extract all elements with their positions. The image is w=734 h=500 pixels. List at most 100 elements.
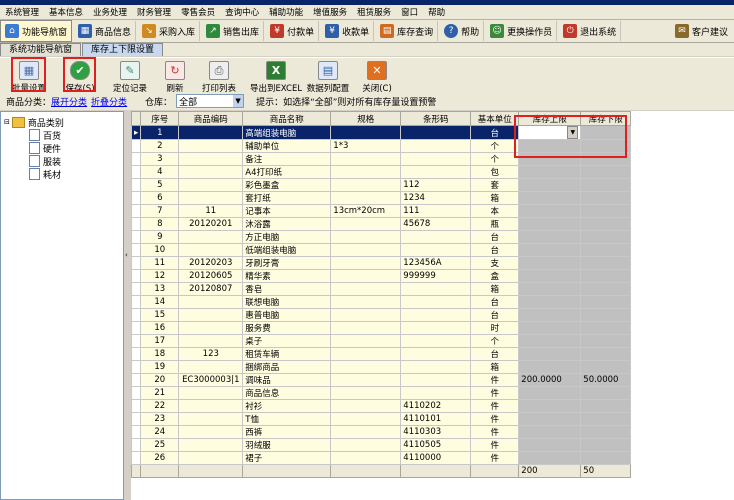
payment-button[interactable]: ¥ 付款单: [266, 21, 320, 41]
nav-window-button[interactable]: ⌂ 功能导航窗: [0, 20, 73, 42]
menu-retail[interactable]: 零售会员: [176, 6, 220, 18]
table-row[interactable]: 12 20120605 精华素 999999 盒: [131, 269, 632, 283]
table-row[interactable]: 13 20120807 香皂 箱: [131, 282, 632, 296]
table-row[interactable]: 25 羽绒服 4110505 件: [131, 438, 632, 452]
export-excel-button[interactable]: X 导出到EXCEL: [250, 61, 302, 94]
col-name[interactable]: 商品名称: [242, 111, 332, 126]
table-row[interactable]: 17 桌子 个: [131, 334, 632, 348]
help-button[interactable]: ? 帮助: [440, 21, 485, 41]
product-info-button[interactable]: ▦ 商品信息: [74, 21, 137, 41]
col-spec[interactable]: 规格: [330, 111, 402, 126]
menu-finance[interactable]: 财务管理: [132, 6, 176, 18]
sales-out-button[interactable]: ↗ 销售出库: [202, 21, 265, 41]
cell-upper[interactable]: [518, 308, 582, 322]
suggestion-button[interactable]: ✉ 客户建议: [671, 21, 732, 41]
tree-item[interactable]: 耗材: [29, 168, 61, 181]
cell-lower[interactable]: [580, 204, 632, 218]
cell-lower[interactable]: [580, 412, 632, 426]
cell-upper[interactable]: [518, 360, 582, 374]
cell-upper[interactable]: [518, 386, 582, 400]
tree-item[interactable]: 百货: [29, 129, 61, 142]
table-row[interactable]: 8 20120201 沐浴露 45678 瓶: [131, 217, 632, 231]
close-button[interactable]: ✕ 关闭(C): [352, 61, 402, 94]
collapse-arrow-icon[interactable]: ‹: [125, 251, 128, 259]
cell-lower[interactable]: [580, 217, 632, 231]
cell-lower[interactable]: [580, 334, 632, 348]
collapse-icon[interactable]: ⊟: [4, 118, 10, 126]
cell-lower[interactable]: [580, 399, 632, 413]
inventory-query-button[interactable]: ▤ 库存查询: [376, 21, 439, 41]
receipt-button[interactable]: ¥ 收款单: [321, 21, 375, 41]
exit-button[interactable]: ⏻ 退出系统: [559, 21, 622, 41]
tab-nav-window[interactable]: 系统功能导航窗: [0, 43, 82, 56]
cell-upper[interactable]: [518, 256, 582, 270]
cell-lower[interactable]: 50.0000: [580, 373, 632, 387]
switch-operator-button[interactable]: ☺ 更换操作员: [486, 21, 558, 41]
tree-item[interactable]: 硬件: [29, 142, 61, 155]
cell-upper[interactable]: [518, 347, 582, 361]
table-row[interactable]: 26 裙子 4110000 件: [131, 451, 632, 465]
table-row[interactable]: 21 商品信息 件: [131, 386, 632, 400]
table-row[interactable]: 10 低端组装电脑 台: [131, 243, 632, 257]
menu-basic-info[interactable]: 基本信息: [44, 6, 88, 18]
print-list-button[interactable]: ⎙ 打印列表: [194, 61, 244, 94]
cell-upper[interactable]: [518, 178, 582, 192]
table-row[interactable]: 23 T恤 4110101 件: [131, 412, 632, 426]
table-row[interactable]: 22 衬衫 4110202 件: [131, 399, 632, 413]
menu-value-added[interactable]: 增值服务: [308, 6, 352, 18]
table-row[interactable]: 11 20120203 牙刷牙膏 123456A 支: [131, 256, 632, 270]
warehouse-select[interactable]: 全部 ▼: [176, 94, 245, 108]
cell-upper[interactable]: 200.0000: [518, 373, 582, 387]
cell-upper[interactable]: [518, 321, 582, 335]
cell-upper[interactable]: [518, 230, 582, 244]
cell-lower[interactable]: [580, 321, 632, 335]
cell-lower[interactable]: [580, 360, 632, 374]
cell-lower[interactable]: [580, 425, 632, 439]
expand-categories-link[interactable]: 展开分类: [51, 95, 87, 108]
col-seq[interactable]: 序号: [140, 111, 180, 126]
collapse-categories-link[interactable]: 折叠分类: [91, 95, 127, 108]
cell-upper[interactable]: [518, 425, 582, 439]
cell-upper[interactable]: [518, 438, 582, 452]
tree-root[interactable]: ⊟ 商品类别: [4, 116, 64, 129]
cell-lower[interactable]: [580, 308, 632, 322]
cell-upper[interactable]: [518, 412, 582, 426]
menu-business[interactable]: 业务处理: [88, 6, 132, 18]
cell-lower[interactable]: [580, 386, 632, 400]
cell-lower[interactable]: [580, 243, 632, 257]
col-unit[interactable]: 基本单位: [470, 111, 520, 126]
menu-window[interactable]: 窗口: [396, 6, 423, 18]
table-row[interactable]: 19 捆绑商品 箱: [131, 360, 632, 374]
cell-upper[interactable]: [518, 165, 582, 179]
cell-lower[interactable]: [580, 282, 632, 296]
tab-inventory-limits[interactable]: 库存上下限设置: [82, 43, 164, 56]
cell-upper[interactable]: [518, 282, 582, 296]
cell-lower[interactable]: [580, 269, 632, 283]
tree-item[interactable]: 服装: [29, 155, 61, 168]
table-row[interactable]: 6 套打纸 1234 箱: [131, 191, 632, 205]
cell-upper[interactable]: [518, 334, 582, 348]
purchase-in-button[interactable]: ↘ 采购入库: [138, 21, 201, 41]
cell-lower[interactable]: [580, 178, 632, 192]
table-row[interactable]: 4 A4打印纸 包: [131, 165, 632, 179]
menu-system[interactable]: 系统管理: [0, 6, 44, 18]
menu-aux[interactable]: 辅助功能: [264, 6, 308, 18]
menu-rental[interactable]: 租赁服务: [352, 6, 396, 18]
cell-upper[interactable]: [518, 269, 582, 283]
table-row[interactable]: 7 11 记事本 13cm*20cm 111 本: [131, 204, 632, 218]
cell-lower[interactable]: [580, 451, 632, 465]
table-row[interactable]: 5 彩色墨盒 112 套: [131, 178, 632, 192]
table-row[interactable]: 9 方正电脑 台: [131, 230, 632, 244]
cell-lower[interactable]: [580, 256, 632, 270]
cell-upper[interactable]: [518, 217, 582, 231]
table-row[interactable]: 16 服务费 时: [131, 321, 632, 335]
cell-lower[interactable]: [580, 165, 632, 179]
cell-lower[interactable]: [580, 347, 632, 361]
table-row[interactable]: 20 EC3000003|1 调味品 件 200.0000 50.0000: [131, 373, 632, 387]
cell-upper[interactable]: [518, 295, 582, 309]
menu-help[interactable]: 帮助: [423, 6, 450, 18]
col-code[interactable]: 商品编码: [178, 111, 244, 126]
cell-lower[interactable]: [580, 295, 632, 309]
col-barcode[interactable]: 条形码: [400, 111, 472, 126]
cell-upper[interactable]: [518, 399, 582, 413]
